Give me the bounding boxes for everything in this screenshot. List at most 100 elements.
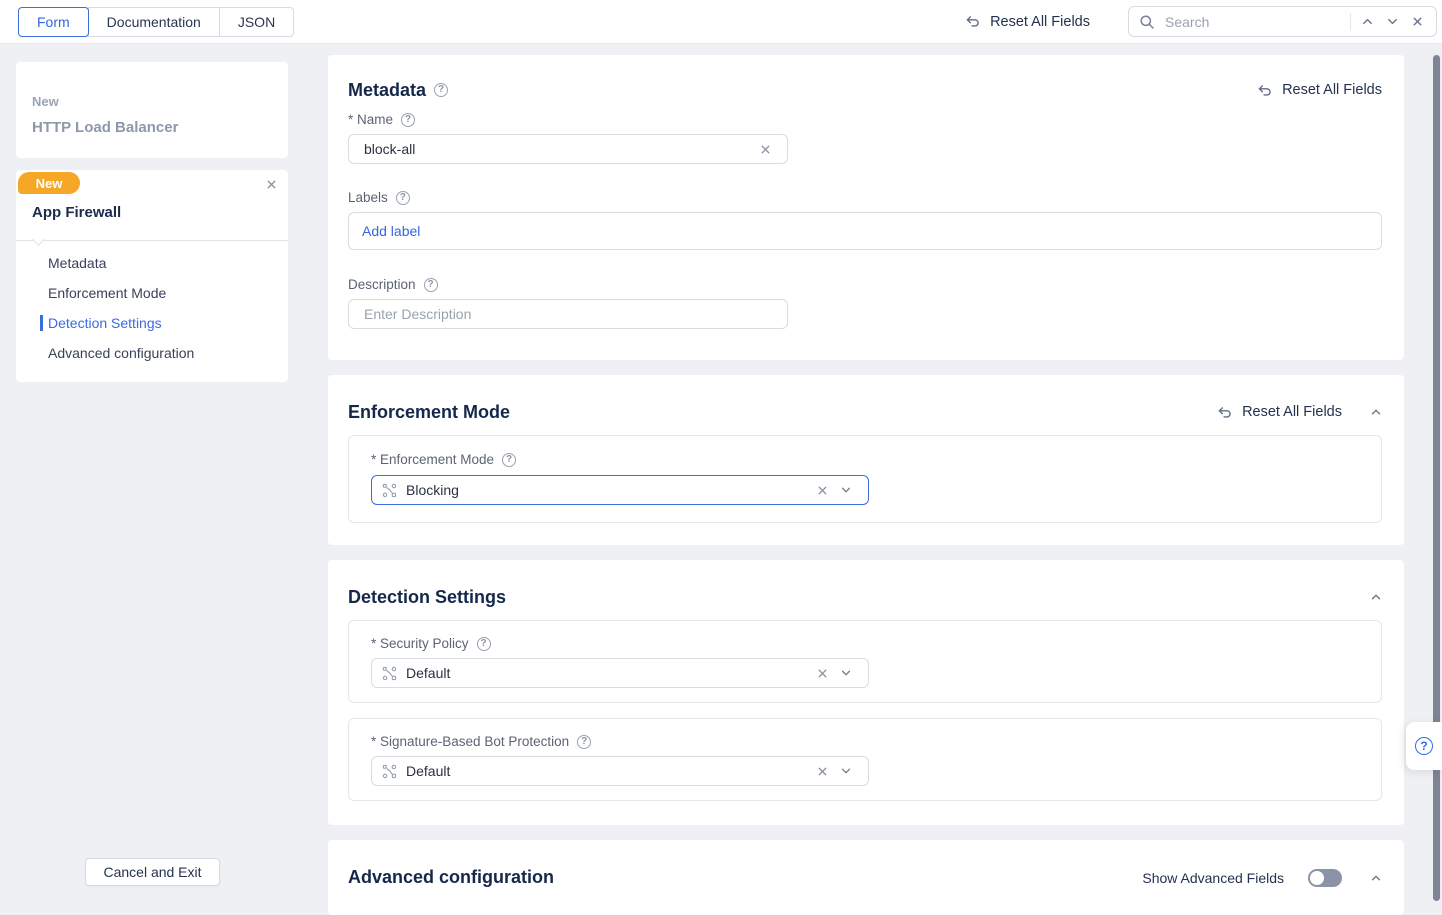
collapse-section-icon[interactable] bbox=[1370, 591, 1382, 603]
sidebar-item-label: Metadata bbox=[48, 255, 106, 271]
enforcement-reset-all-fields-button[interactable]: Reset All Fields bbox=[1216, 404, 1342, 421]
topbar: Form Documentation JSON Reset All Fields bbox=[0, 0, 1442, 44]
view-tab-group: Form Documentation JSON bbox=[18, 7, 294, 37]
search-icon bbox=[1139, 14, 1155, 30]
reset-all-fields-button[interactable]: Reset All Fields bbox=[964, 13, 1090, 30]
bot-protection-select[interactable]: Default bbox=[371, 756, 869, 786]
sidebar-item-advanced-configuration[interactable]: Advanced configuration bbox=[16, 338, 288, 368]
cancel-and-exit-button[interactable]: Cancel and Exit bbox=[85, 858, 220, 886]
security-policy-label-text: * Security Policy bbox=[371, 636, 469, 651]
close-icon[interactable] bbox=[265, 178, 278, 191]
collapse-section-icon[interactable] bbox=[1370, 406, 1382, 418]
collapse-section-icon[interactable] bbox=[1370, 872, 1382, 884]
section-nav: Metadata Enforcement Mode Detection Sett… bbox=[16, 248, 288, 368]
clear-icon[interactable] bbox=[810, 478, 834, 502]
sidebar-item-label: Detection Settings bbox=[48, 315, 162, 331]
metadata-reset-all-fields-button[interactable]: Reset All Fields bbox=[1256, 82, 1382, 99]
vertical-scrollbar[interactable] bbox=[1433, 55, 1440, 901]
security-policy-field-label: * Security Policy ? bbox=[371, 636, 491, 651]
help-icon[interactable]: ? bbox=[396, 191, 410, 205]
select-value: Blocking bbox=[406, 482, 810, 498]
name-input-wrap bbox=[348, 134, 788, 164]
reset-all-fields-label: Reset All Fields bbox=[1242, 404, 1342, 420]
chevron-down-icon[interactable] bbox=[834, 661, 858, 685]
tab-form-label: Form bbox=[37, 14, 70, 30]
search-input[interactable] bbox=[1163, 13, 1346, 31]
clear-icon[interactable] bbox=[810, 661, 834, 685]
object-nav-card: New App Firewall Metadata Enforcement Mo… bbox=[16, 170, 288, 382]
help-icon[interactable]: ? bbox=[424, 278, 438, 292]
clear-icon[interactable] bbox=[753, 137, 777, 161]
name-field-label: * Name ? bbox=[348, 112, 415, 127]
tab-documentation-label: Documentation bbox=[107, 14, 201, 30]
labels-field-label: Labels ? bbox=[348, 190, 410, 205]
detection-section-title: Detection Settings bbox=[348, 587, 506, 608]
enforcement-mode-field-label: * Enforcement Mode ? bbox=[371, 452, 516, 467]
reset-icon bbox=[1216, 404, 1233, 421]
security-policy-panel: * Security Policy ? Default bbox=[348, 620, 1382, 703]
help-icon[interactable]: ? bbox=[477, 637, 491, 651]
context-kicker: New bbox=[32, 94, 272, 109]
help-icon[interactable]: ? bbox=[434, 83, 448, 97]
search-next-button[interactable] bbox=[1380, 10, 1405, 34]
clear-icon[interactable] bbox=[810, 759, 834, 783]
reference-icon bbox=[382, 666, 397, 681]
description-field-label: Description ? bbox=[348, 277, 438, 292]
reference-icon bbox=[382, 764, 397, 779]
labels-input-box[interactable]: Add label bbox=[348, 212, 1382, 250]
search-divider bbox=[1350, 13, 1351, 31]
metadata-section-title: Metadata bbox=[348, 80, 426, 101]
labels-label-text: Labels bbox=[348, 190, 388, 205]
reference-icon bbox=[382, 483, 397, 498]
chevron-down-icon[interactable] bbox=[834, 759, 858, 783]
select-value: Default bbox=[406, 763, 810, 779]
search-prev-button[interactable] bbox=[1355, 10, 1380, 34]
show-advanced-fields-toggle[interactable] bbox=[1308, 869, 1342, 887]
enforcement-mode-section: Enforcement Mode Reset All Fields * Enfo… bbox=[328, 375, 1404, 545]
context-card: New HTTP Load Balancer bbox=[16, 62, 288, 158]
help-icon[interactable]: ? bbox=[577, 735, 591, 749]
reset-icon bbox=[964, 13, 981, 30]
select-value: Default bbox=[406, 665, 810, 681]
show-advanced-fields-label: Show Advanced Fields bbox=[1142, 870, 1284, 886]
name-label-text: * Name bbox=[348, 112, 393, 127]
search-box bbox=[1128, 6, 1437, 37]
reset-all-fields-label: Reset All Fields bbox=[990, 14, 1090, 30]
reset-all-fields-label: Reset All Fields bbox=[1282, 82, 1382, 98]
nav-divider bbox=[16, 240, 288, 241]
tab-documentation[interactable]: Documentation bbox=[88, 7, 220, 37]
bot-protection-label-text: * Signature-Based Bot Protection bbox=[371, 734, 569, 749]
search-close-icon[interactable] bbox=[1405, 10, 1430, 34]
divider-notch-icon bbox=[32, 233, 45, 246]
topbar-right: Reset All Fields bbox=[964, 6, 1437, 37]
tab-json[interactable]: JSON bbox=[219, 7, 294, 37]
sidebar-item-detection-settings[interactable]: Detection Settings bbox=[16, 308, 288, 338]
context-title: HTTP Load Balancer bbox=[32, 119, 272, 136]
enforcement-field-panel: * Enforcement Mode ? Blocking bbox=[348, 435, 1382, 523]
help-icon[interactable]: ? bbox=[502, 453, 516, 467]
sidebar-item-label: Enforcement Mode bbox=[48, 285, 166, 301]
enforcement-label-text: * Enforcement Mode bbox=[371, 452, 494, 467]
add-label-link[interactable]: Add label bbox=[362, 223, 420, 239]
reset-icon bbox=[1256, 82, 1273, 99]
bot-protection-field-label: * Signature-Based Bot Protection ? bbox=[371, 734, 591, 749]
help-icon[interactable]: ? bbox=[401, 113, 415, 127]
description-label-text: Description bbox=[348, 277, 416, 292]
description-input-wrap bbox=[348, 299, 788, 329]
sidebar-item-metadata[interactable]: Metadata bbox=[16, 248, 288, 278]
object-title: App Firewall bbox=[32, 204, 121, 221]
name-input[interactable] bbox=[362, 140, 753, 158]
security-policy-select[interactable]: Default bbox=[371, 658, 869, 688]
sidebar-item-enforcement-mode[interactable]: Enforcement Mode bbox=[16, 278, 288, 308]
enforcement-mode-select[interactable]: Blocking bbox=[371, 475, 869, 505]
advanced-section-title: Advanced configuration bbox=[348, 867, 554, 888]
chevron-down-icon[interactable] bbox=[834, 478, 858, 502]
help-panel-tab[interactable]: ? bbox=[1406, 722, 1442, 770]
metadata-section: Metadata ? Reset All Fields * Name ? Lab… bbox=[328, 55, 1404, 360]
new-badge: New bbox=[18, 172, 80, 194]
detection-settings-section: Detection Settings * Security Policy ? D… bbox=[328, 560, 1404, 825]
description-input[interactable] bbox=[362, 305, 777, 323]
help-icon: ? bbox=[1415, 737, 1433, 755]
advanced-configuration-section: Advanced configuration Show Advanced Fie… bbox=[328, 840, 1404, 915]
tab-form[interactable]: Form bbox=[18, 7, 89, 37]
